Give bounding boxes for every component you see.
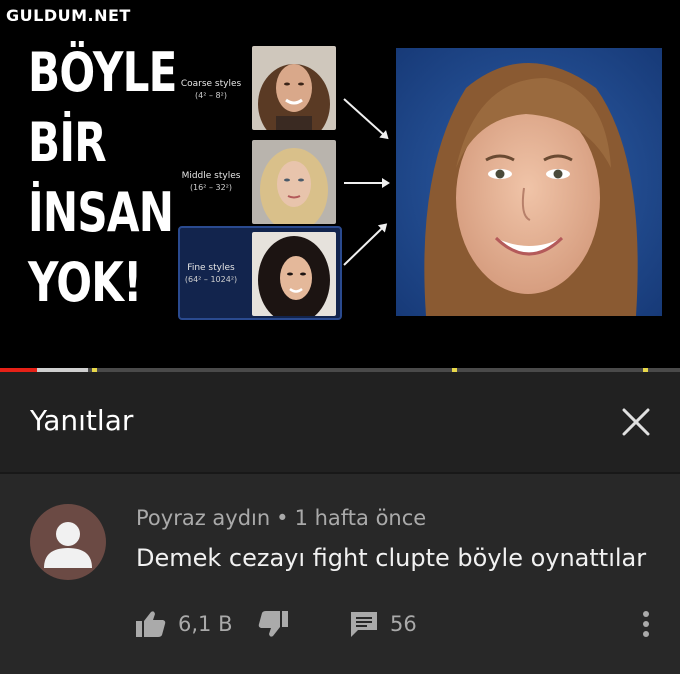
more-vertical-icon xyxy=(643,611,649,637)
avatar[interactable] xyxy=(30,504,106,580)
fine-styles-text: Fine styles xyxy=(187,263,235,273)
title-line-3: İNSAN xyxy=(28,181,174,244)
comment-thread xyxy=(0,474,680,674)
face-thumbnail-coarse xyxy=(252,46,336,130)
fine-styles-label: Fine styles (64² – 1024²) xyxy=(176,262,246,286)
title-line-2: BİR xyxy=(28,111,107,174)
title-line-4: YOK! xyxy=(28,251,142,314)
comment-author[interactable]: Poyraz aydın xyxy=(136,506,270,530)
face-thumbnail-fine xyxy=(252,232,336,316)
arrow-middle xyxy=(344,178,390,188)
reply-count: 56 xyxy=(390,612,417,636)
thumbs-down-icon xyxy=(258,611,288,637)
dislike-button[interactable] xyxy=(258,604,288,644)
replies-title: Yanıtlar xyxy=(30,404,134,437)
avatar-icon xyxy=(44,522,92,568)
arrow-coarse xyxy=(343,98,388,139)
close-button[interactable] xyxy=(614,400,658,444)
close-icon xyxy=(622,408,650,436)
video-player[interactable]: GULDUM.NET BÖYLE BİR İNSAN YOK! Coarse s… xyxy=(0,0,680,368)
face-thumbnail-middle xyxy=(252,140,336,224)
generated-face-image xyxy=(396,48,662,316)
reply-button[interactable]: 56 xyxy=(350,604,417,644)
like-count: 6,1 B xyxy=(178,612,233,636)
middle-styles-text: Middle styles xyxy=(181,171,241,181)
coarse-styles-label: Coarse styles (4² – 8²) xyxy=(176,78,246,102)
coarse-styles-range: (4² – 8²) xyxy=(195,91,227,100)
middle-styles-label: Middle styles (16² – 32²) xyxy=(176,170,246,194)
middle-styles-range: (16² – 32²) xyxy=(189,183,233,192)
comment-text: Demek cezayı fight clupte böyle oynattıl… xyxy=(136,544,647,572)
more-options-button[interactable] xyxy=(634,606,658,642)
title-line-1: BÖYLE xyxy=(28,41,177,104)
watermark: GULDUM.NET xyxy=(6,6,131,25)
comment-time: 1 hafta önce xyxy=(294,506,427,530)
like-button[interactable]: 6,1 B xyxy=(136,604,232,644)
comment-icon xyxy=(351,612,377,637)
meta-separator: • xyxy=(276,506,289,530)
fine-styles-range: (64² – 1024²) xyxy=(184,275,238,284)
arrow-fine xyxy=(343,223,387,266)
video-title-overlay: BÖYLE BİR İNSAN YOK! xyxy=(28,38,178,318)
thumbs-up-icon xyxy=(136,611,166,637)
comment-meta: Poyraz aydın • 1 hafta önce xyxy=(136,506,426,530)
coarse-styles-text: Coarse styles xyxy=(180,79,242,89)
